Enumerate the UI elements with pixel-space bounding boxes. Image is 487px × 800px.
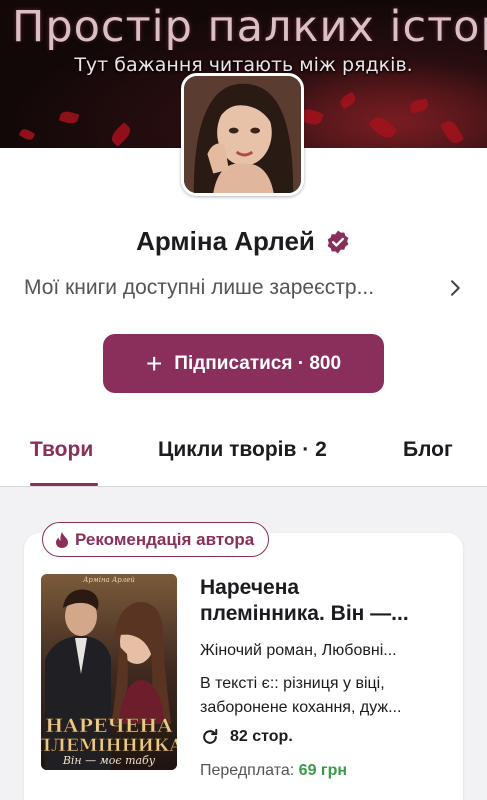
tab-blog[interactable]: Блог [403, 438, 453, 462]
verified-badge-icon [327, 230, 349, 253]
chevron-right-icon [451, 280, 460, 296]
author-name-row: Арміна Арлей [0, 226, 487, 257]
price-label: Передплата: [200, 762, 299, 779]
book-genres: Жіночий роман, Любовні... [200, 642, 397, 659]
book-title[interactable]: Наречена племінника. Він —... [200, 575, 450, 627]
profile-tabs: Твори Цикли творів · 2 Блог [0, 420, 487, 486]
book-title-line1: Наречена [200, 576, 300, 599]
book-cover-image: Арміна Арлей НАРЕЧЕНА ПЛЕМІННИКА Він — м… [41, 574, 177, 770]
author-recommendation-badge: Рекомендація автора [42, 522, 270, 557]
book-tags: В тексті є:: різниця у віці, заборонене … [200, 672, 440, 720]
cover-title-1: НАРЕЧЕНА [45, 715, 173, 737]
price-amount: 69 грн [298, 762, 348, 779]
bio-row[interactable]: Мої книги доступні лише зареєстр... [24, 276, 464, 300]
avatar-image [184, 76, 301, 193]
cover-title-2: ПЛЕМІННИКА [41, 736, 177, 756]
pages-count: 82 стор. [230, 728, 293, 745]
book-tags-line2: заборонене кохання, дуж... [200, 699, 402, 716]
author-name: Арміна Арлей [136, 226, 315, 256]
avatar[interactable] [181, 73, 304, 196]
badge-label: Рекомендація автора [75, 529, 255, 549]
cover-subtitle: Він — моє табу [62, 754, 156, 767]
book-pages: 82 стор. [200, 727, 293, 747]
cover-author: Арміна Арлей [82, 576, 135, 584]
plus-icon: + [145, 347, 163, 379]
tabs-divider [0, 486, 487, 487]
subscribe-label: Підписатися · 800 [174, 352, 342, 374]
book-tags-line1: В тексті є:: різниця у віці, [200, 675, 385, 692]
flame-icon [56, 531, 68, 548]
tab-series[interactable]: Цикли творів · 2 [158, 438, 327, 462]
book-cover[interactable]: Арміна Арлей НАРЕЧЕНА ПЛЕМІННИКА Він — м… [41, 574, 177, 770]
banner-title: Простір палких історій [12, 2, 487, 52]
author-bio: Мої книги доступні лише зареєстр... [24, 276, 375, 299]
book-title-line2: племінника. Він —... [200, 602, 409, 625]
tab-works[interactable]: Твори [30, 438, 93, 462]
refresh-icon [203, 728, 218, 744]
book-price: Передплата: 69 грн [200, 762, 347, 780]
subscribe-button[interactable]: + Підписатися · 800 [103, 334, 384, 393]
